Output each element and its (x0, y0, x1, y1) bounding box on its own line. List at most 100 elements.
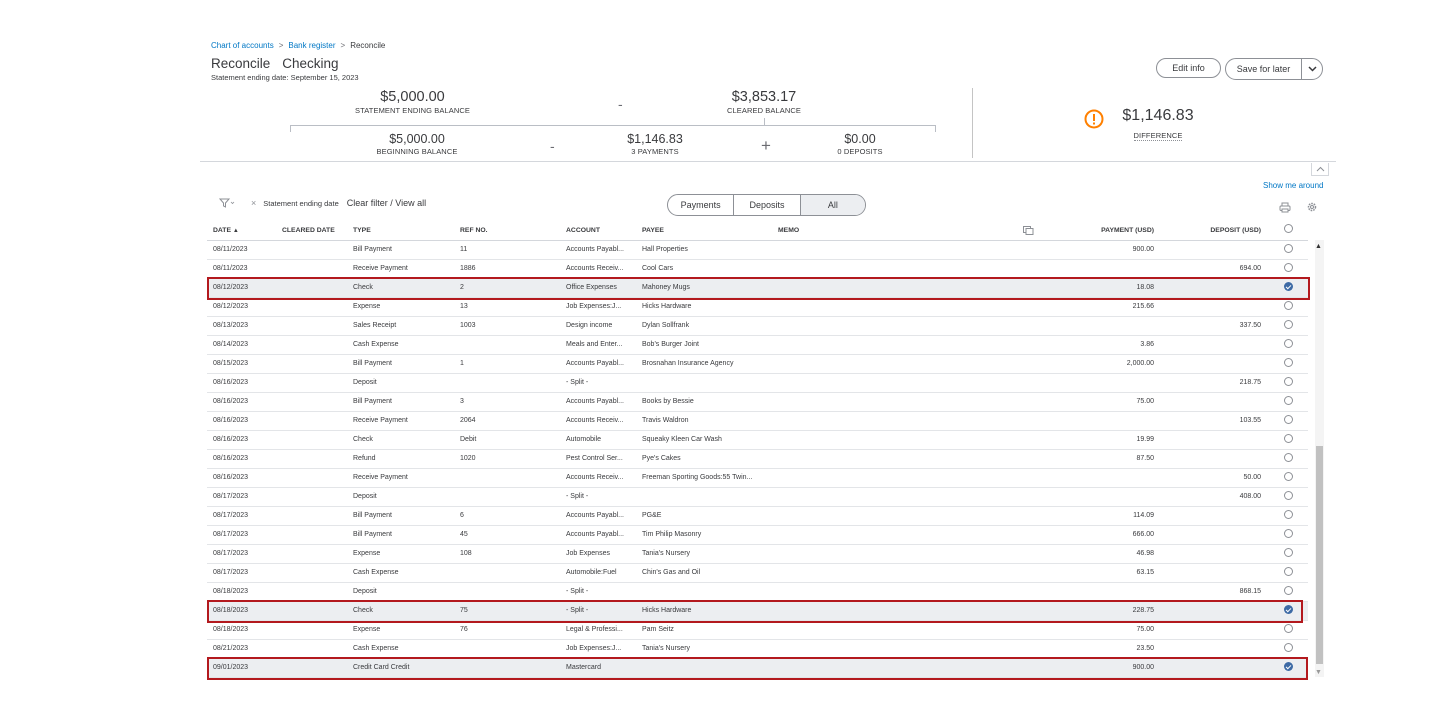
row-checkbox[interactable] (1284, 339, 1293, 348)
row-date: 08/13/2023 (213, 322, 249, 329)
table-row[interactable]: 08/16/2023 Bill Payment 3 Accounts Payabl..… (207, 393, 1308, 412)
row-checkbox[interactable] (1284, 567, 1293, 576)
row-account: Meals and Enter... (566, 341, 623, 348)
save-for-later-button[interactable]: Save for later (1226, 64, 1301, 74)
table-row[interactable]: 08/15/2023 Bill Payment 1 Accounts Payabl..… (207, 355, 1308, 374)
breadcrumb-chart-of-accounts[interactable]: Chart of accounts (211, 41, 274, 50)
column-payee[interactable]: PAYEE (642, 227, 664, 234)
tab-payments[interactable]: Payments (668, 195, 735, 215)
tab-deposits[interactable]: Deposits (734, 195, 801, 215)
clear-filter-link[interactable]: Clear filter / View all (347, 198, 426, 208)
table-row[interactable]: 08/16/2023 Refund 1020 Pest Control Ser... P… (207, 450, 1308, 469)
row-checkbox[interactable] (1284, 358, 1293, 367)
row-checkbox[interactable] (1284, 377, 1293, 386)
column-cleared-date[interactable]: CLEARED DATE (282, 227, 335, 234)
save-for-later-button-group: Save for later (1225, 58, 1323, 80)
breadcrumb-bank-register[interactable]: Bank register (288, 41, 335, 50)
unchecked-circle-icon (1284, 453, 1293, 462)
selected-row-highlight (207, 657, 1308, 680)
row-date: 08/17/2023 (213, 550, 249, 557)
row-checkbox[interactable] (1284, 453, 1293, 462)
row-checkbox[interactable] (1284, 434, 1293, 443)
save-options-dropdown[interactable] (1301, 59, 1322, 79)
filter-icon[interactable] (219, 198, 235, 208)
unchecked-circle-icon (1284, 491, 1293, 500)
row-date: 08/14/2023 (213, 341, 249, 348)
row-account: Accounts Receiv... (566, 265, 624, 272)
row-type: Deposit (353, 379, 377, 386)
row-type: Cash Expense (353, 341, 399, 348)
column-memo[interactable]: MEMO (778, 227, 799, 234)
show-me-around-link[interactable]: Show me around (1263, 181, 1323, 190)
table-row[interactable]: 08/16/2023 Check Debit Automobile Squeaky Kl… (207, 431, 1308, 450)
unchecked-circle-icon (1284, 339, 1293, 348)
row-account: Pest Control Ser... (566, 455, 623, 462)
print-icon[interactable] (1279, 200, 1291, 218)
row-payee: Tim Philip Masonry (642, 531, 702, 538)
difference: $1,146.83 DIFFERENCE (1113, 107, 1203, 143)
row-checkbox[interactable] (1284, 301, 1293, 310)
collapse-summary-button[interactable] (1311, 163, 1329, 176)
row-account: Accounts Payabl... (566, 531, 624, 538)
difference-label[interactable]: DIFFERENCE (1133, 131, 1183, 141)
row-payment: 2,000.00 (1126, 360, 1154, 367)
row-checkbox[interactable] (1284, 529, 1293, 538)
row-account: Accounts Payabl... (566, 360, 624, 367)
table-row[interactable]: 08/16/2023 Receive Payment 2064 Accounts Re… (207, 412, 1308, 431)
table-row[interactable]: 08/18/2023 Expense 76 Legal & Professi... Pa… (207, 621, 1308, 640)
close-icon[interactable]: × (251, 198, 256, 208)
row-date: 08/21/2023 (213, 645, 249, 652)
table-row[interactable]: 08/16/2023 Deposit - Split - 218.75 (207, 374, 1308, 393)
column-deposit[interactable]: DEPOSIT (USD) (1210, 227, 1261, 234)
row-date: 08/12/2023 (213, 303, 249, 310)
column-type[interactable]: TYPE (353, 227, 371, 234)
table-row[interactable]: 08/14/2023 Cash Expense Meals and Enter...… (207, 336, 1308, 355)
row-date: 08/16/2023 (213, 417, 249, 424)
gear-icon[interactable] (1306, 200, 1318, 218)
row-checkbox[interactable] (1284, 624, 1293, 633)
select-all-checkbox[interactable] (1284, 224, 1293, 233)
table-row[interactable]: 08/17/2023 Bill Payment 6 Accounts Payabl..… (207, 507, 1308, 526)
column-account[interactable]: ACCOUNT (566, 227, 600, 234)
row-checkbox[interactable] (1284, 643, 1293, 652)
table-row[interactable]: 08/12/2023 Expense 13 Job Expenses:J... Hick… (207, 298, 1308, 317)
row-checkbox[interactable] (1284, 510, 1293, 519)
table-row[interactable]: 08/17/2023 Deposit - Split - 408.00 (207, 488, 1308, 507)
row-checkbox[interactable] (1284, 320, 1293, 329)
selected-row-highlight (207, 277, 1310, 300)
column-payment[interactable]: PAYMENT (USD) (1101, 227, 1154, 234)
scroll-down-icon[interactable]: ▼ (1315, 669, 1322, 676)
row-payment: 114.09 (1133, 512, 1154, 519)
scrollbar-thumb[interactable] (1316, 446, 1323, 664)
copy-icon[interactable] (1023, 226, 1034, 237)
row-payment: 19.99 (1136, 436, 1154, 443)
table-row[interactable]: 08/13/2023 Sales Receipt 1003 Design income… (207, 317, 1308, 336)
row-checkbox[interactable] (1284, 491, 1293, 500)
table-row[interactable]: 08/17/2023 Cash Expense Automobile:Fuel Chi… (207, 564, 1308, 583)
row-deposit: 218.75 (1239, 379, 1261, 386)
row-checkbox[interactable] (1284, 548, 1293, 557)
table-row[interactable]: 08/17/2023 Bill Payment 45 Accounts Payabl.… (207, 526, 1308, 545)
table-row[interactable]: 08/17/2023 Expense 108 Job Expenses Tania's … (207, 545, 1308, 564)
row-payment: 75.00 (1136, 626, 1154, 633)
row-checkbox[interactable] (1284, 263, 1293, 272)
tab-all[interactable]: All (800, 195, 865, 215)
row-checkbox[interactable] (1284, 244, 1293, 253)
row-checkbox[interactable] (1284, 396, 1293, 405)
table-row[interactable]: 08/11/2023 Bill Payment 11 Accounts Payabl.… (207, 241, 1308, 260)
select-all-radio (1284, 224, 1293, 233)
row-type: Bill Payment (353, 531, 392, 538)
column-ref-no[interactable]: REF NO. (460, 227, 488, 234)
row-account: - Split - (566, 588, 589, 595)
row-checkbox[interactable] (1284, 586, 1293, 595)
row-ref-no: 1 (460, 360, 464, 367)
table-row[interactable]: 08/16/2023 Receive Payment Accounts Receiv… (207, 469, 1308, 488)
row-checkbox[interactable] (1284, 415, 1293, 424)
row-deposit: 694.00 (1239, 265, 1261, 272)
scroll-up-icon[interactable]: ▲ (1315, 243, 1322, 250)
edit-info-button[interactable]: Edit info (1156, 58, 1221, 78)
column-date[interactable]: DATE ▲ (213, 227, 239, 234)
filter-bar: × Statement ending date Clear filter / V… (219, 198, 426, 208)
row-checkbox[interactable] (1284, 472, 1293, 481)
row-ref-no: Debit (460, 436, 477, 443)
